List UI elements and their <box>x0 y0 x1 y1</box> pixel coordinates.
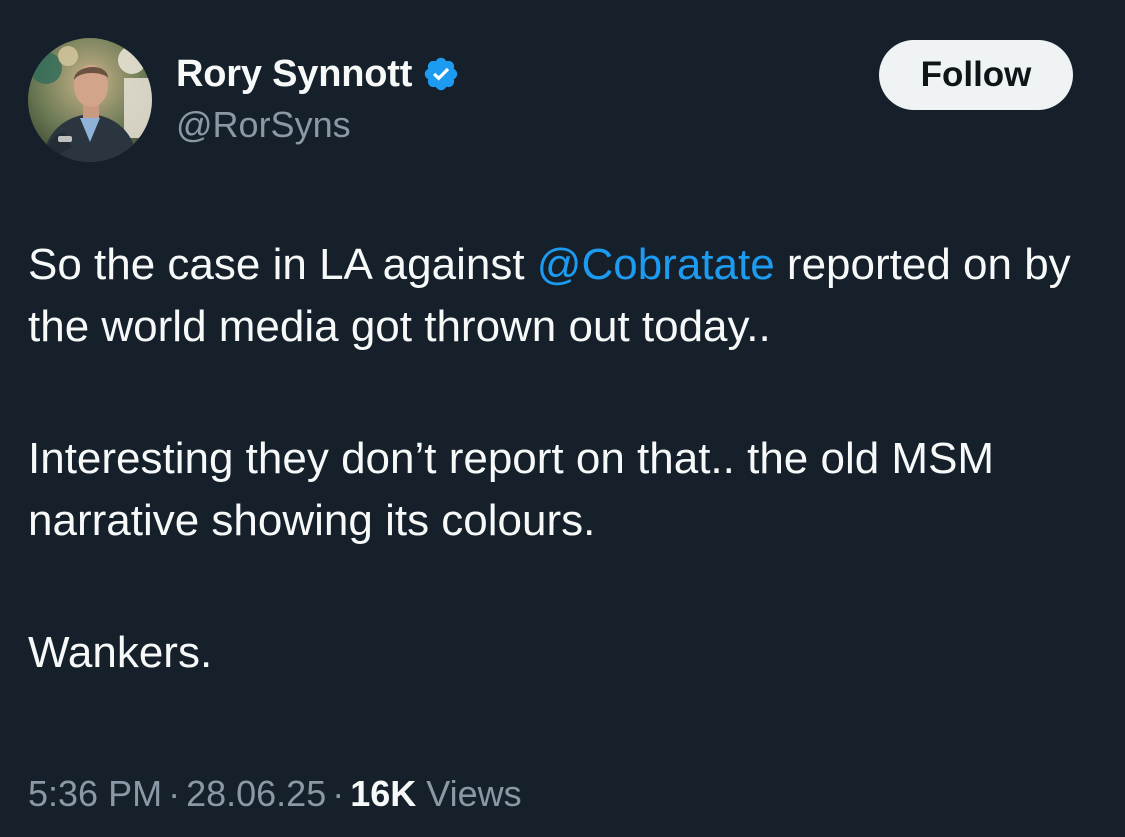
tweet-card: Rory Synnott @RorSyns Follow So the case… <box>0 0 1125 837</box>
tweet-paragraph-3: Wankers. <box>28 628 213 677</box>
avatar-photo <box>28 38 152 162</box>
tweet-meta: 5:36 PM · 28.06.25 · 16K Views <box>28 770 522 818</box>
tweet-text-segment: So the case in LA against <box>28 240 537 289</box>
views-label[interactable]: Views <box>426 773 521 814</box>
author-name-row[interactable]: Rory Synnott <box>176 50 460 98</box>
tweet-paragraph-2: Interesting they don’t report on that.. … <box>28 434 995 545</box>
author-handle[interactable]: @RorSyns <box>176 103 351 147</box>
tweet-paragraph-1: So the case in LA against @Cobratate rep… <box>28 234 1108 358</box>
tweet-text: So the case in LA against @Cobratate rep… <box>28 234 1108 684</box>
views-count[interactable]: 16K <box>350 773 416 814</box>
meta-separator: · <box>332 773 345 814</box>
tweet-date[interactable]: 28.06.25 <box>186 773 326 814</box>
tweet-time[interactable]: 5:36 PM <box>28 773 162 814</box>
verified-badge-icon <box>422 55 460 93</box>
avatar[interactable] <box>28 38 152 162</box>
author-display-name[interactable]: Rory Synnott <box>176 50 412 98</box>
meta-separator: · <box>168 773 181 814</box>
mention-link[interactable]: @Cobratate <box>537 240 775 289</box>
follow-button[interactable]: Follow <box>879 40 1073 110</box>
